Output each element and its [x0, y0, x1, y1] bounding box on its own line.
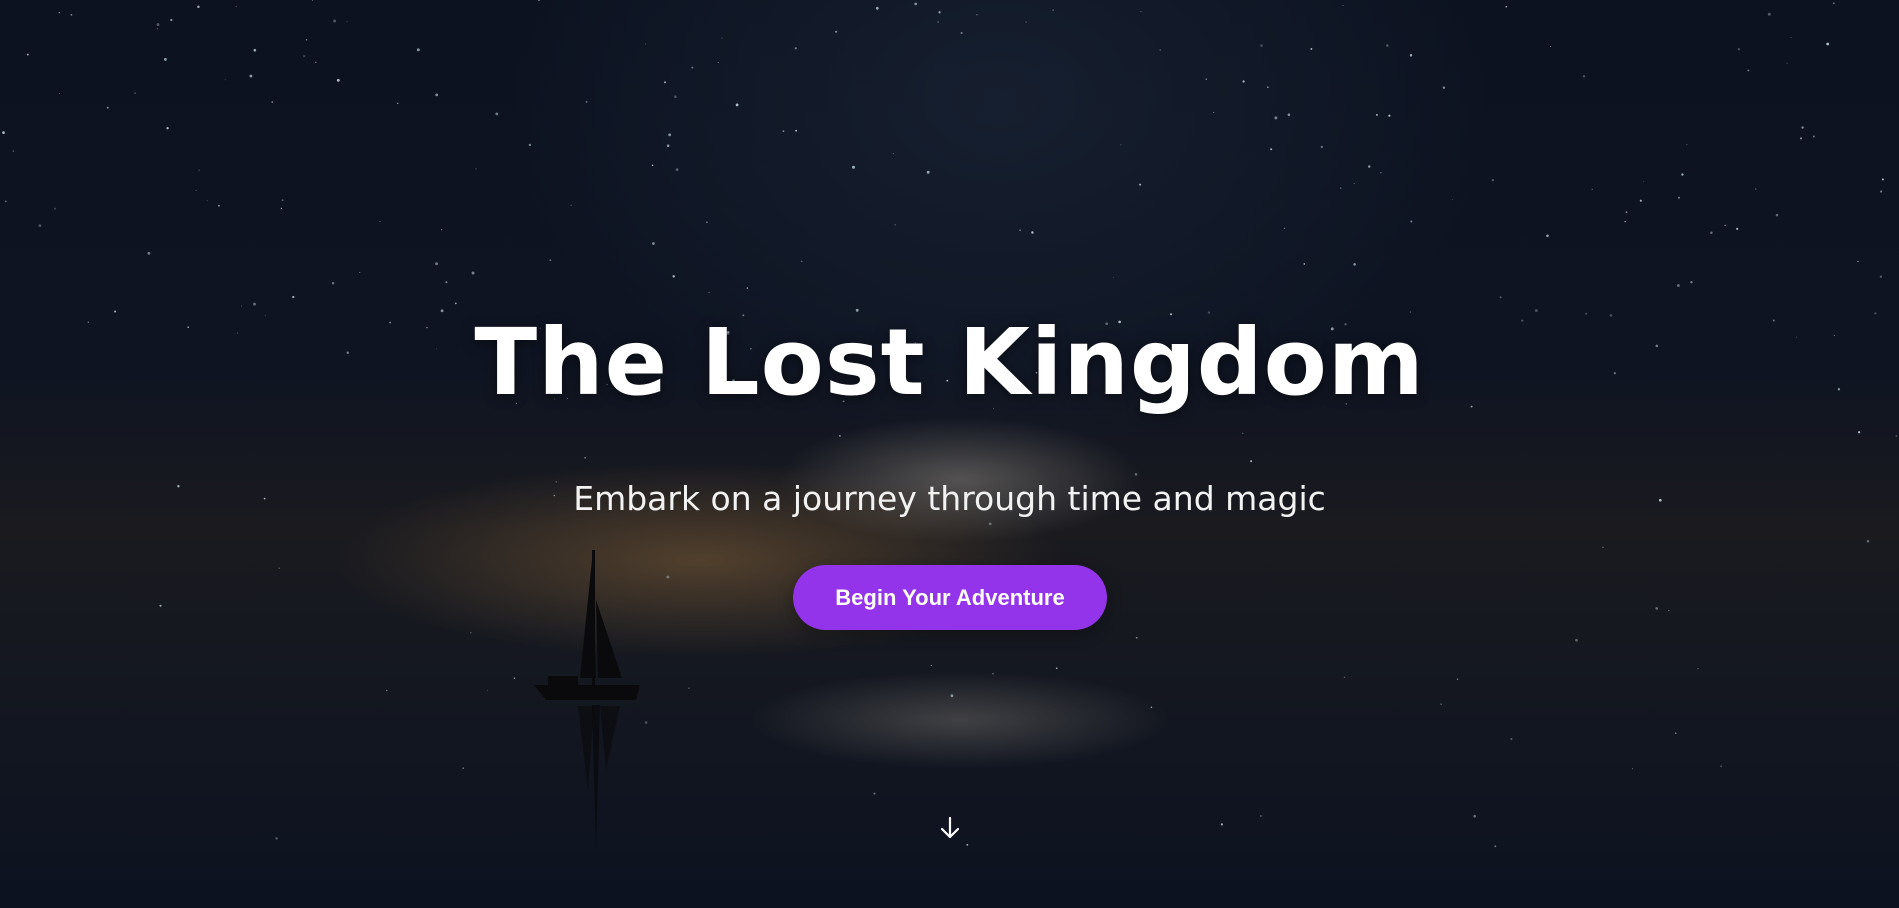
arrow-down-icon[interactable]: [939, 815, 961, 841]
page-title: The Lost Kingdom: [474, 309, 1425, 416]
hero-section: The Lost Kingdom Embark on a journey thr…: [0, 0, 1899, 908]
hero-content: The Lost Kingdom Embark on a journey thr…: [0, 0, 1899, 908]
hero-subtitle: Embark on a journey through time and mag…: [573, 479, 1326, 518]
begin-adventure-button[interactable]: Begin Your Adventure: [793, 565, 1107, 630]
